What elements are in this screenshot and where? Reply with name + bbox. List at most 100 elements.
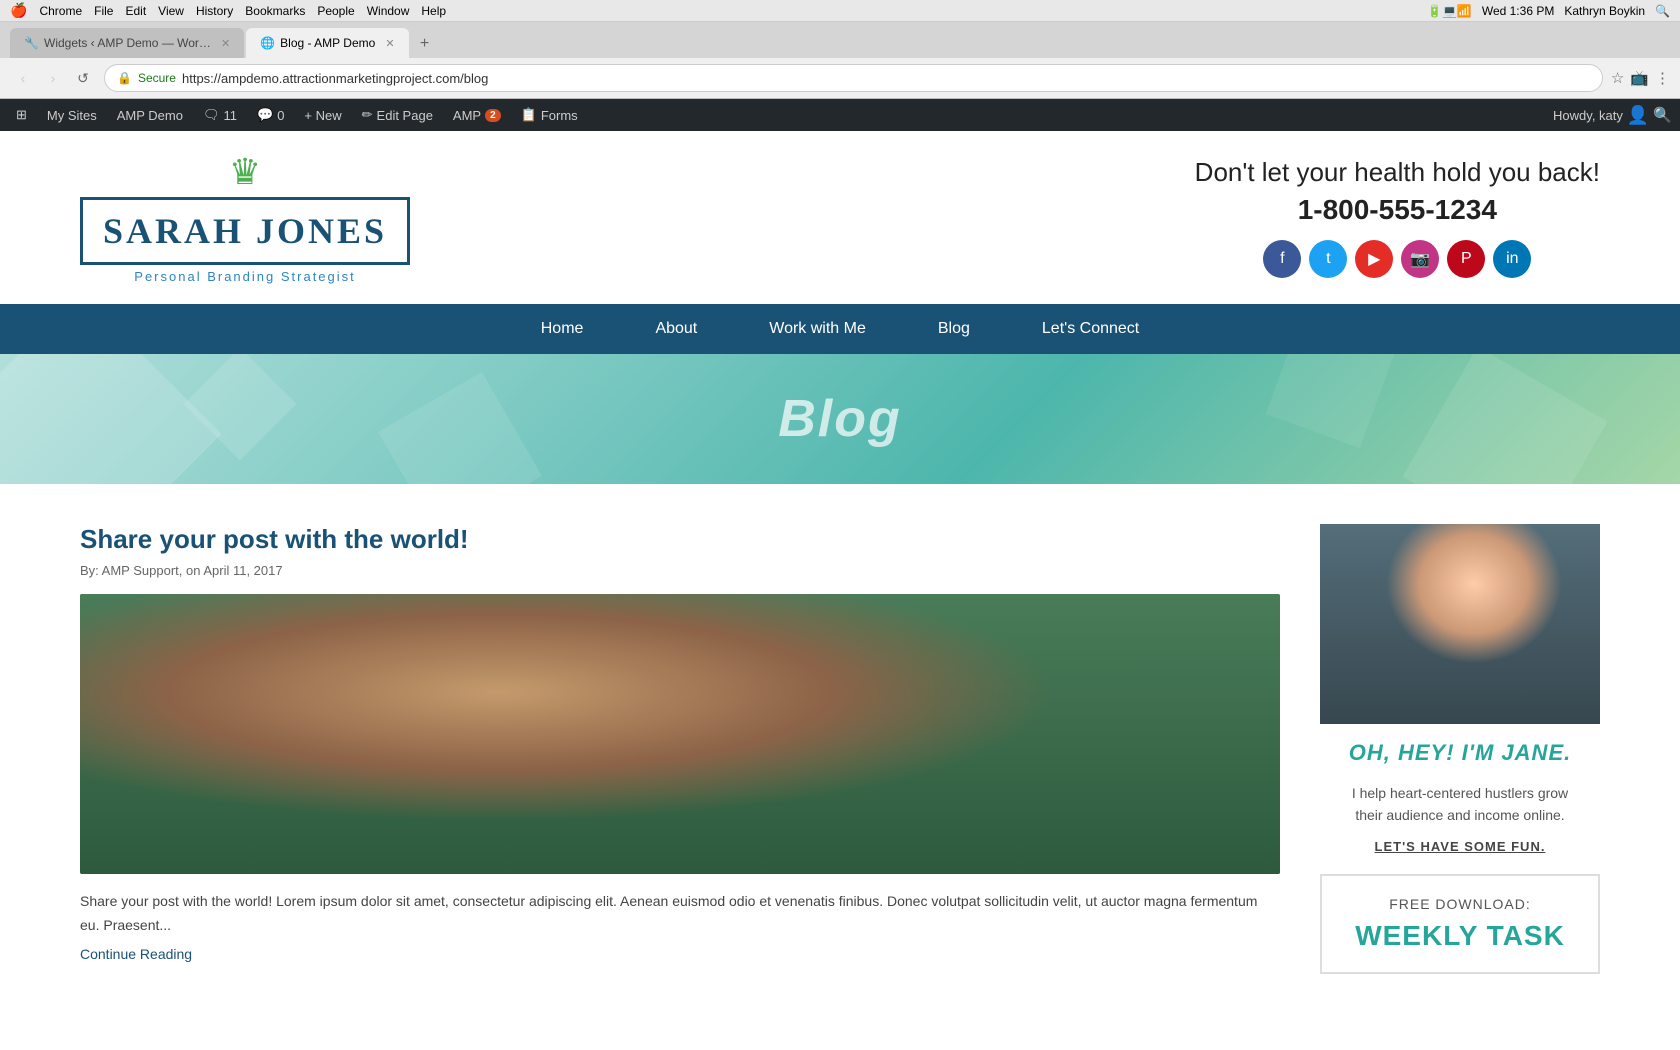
apple-icon[interactable]: 🍎 — [10, 2, 27, 19]
tab-favicon-blog: 🌐 — [260, 36, 274, 50]
new-tab-button[interactable]: + — [411, 30, 439, 58]
wp-amp[interactable]: AMP 2 — [445, 99, 509, 131]
comments-count: 11 — [224, 108, 238, 123]
tab-label-blog: Blog - AMP Demo — [280, 36, 375, 50]
wp-admin-bar: ⊞ My Sites AMP Demo 🗨 11 💬 0 + New ✏ Edi… — [0, 99, 1680, 131]
tab-label-widgets: Widgets ‹ AMP Demo — Wor… — [44, 36, 211, 50]
macos-menu-right: 🔋💻📶 Wed 1:36 PM Kathryn Boykin 🔍 — [1427, 4, 1670, 18]
forward-button[interactable]: › — [40, 65, 66, 91]
post-excerpt: Share your post with the world! Lorem ip… — [80, 890, 1280, 938]
free-download-label: FREE DOWNLOAD: — [1342, 896, 1578, 912]
edit-page-label: Edit Page — [377, 108, 433, 123]
tab-widgets[interactable]: 🔧 Widgets ‹ AMP Demo — Wor… ✕ — [10, 28, 244, 58]
menu-people[interactable]: People — [317, 4, 354, 18]
blog-post: Share your post with the world! By: AMP … — [80, 524, 1280, 964]
menu-file[interactable]: File — [94, 4, 113, 18]
hero-shape-1 — [183, 354, 296, 461]
system-icons: 🔋💻📶 — [1427, 4, 1472, 18]
forms-label: Forms — [541, 108, 578, 123]
menu-help[interactable]: Help — [421, 4, 446, 18]
sidebar-desc: I help heart-centered hustlers grow thei… — [1320, 782, 1600, 827]
browser-tabs-bar: 🔧 Widgets ‹ AMP Demo — Wor… ✕ 🌐 Blog - A… — [0, 22, 1680, 58]
user-avatar: 👤 — [1627, 105, 1649, 126]
tab-favicon-widgets: 🔧 — [24, 36, 38, 50]
menubar-user: Kathryn Boykin — [1564, 4, 1645, 18]
sidebar-oh-hey: OH, HEY! I'M JANE. — [1320, 724, 1600, 782]
pending-count: 0 — [277, 108, 284, 123]
nav-blog[interactable]: Blog — [922, 312, 986, 346]
menu-icon[interactable]: ⋮ — [1655, 69, 1670, 87]
continue-reading-link[interactable]: Continue Reading — [80, 946, 192, 962]
social-facebook[interactable]: f — [1263, 240, 1301, 278]
my-sites-label: My Sites — [47, 108, 97, 123]
edit-page-icon: ✏ — [362, 107, 373, 123]
search-icon[interactable]: 🔍 — [1655, 4, 1670, 18]
cast-icon[interactable]: 📺 — [1630, 69, 1649, 87]
wp-edit-page[interactable]: ✏ Edit Page — [354, 99, 441, 131]
forms-icon: 📋 — [521, 107, 537, 123]
header-tagline: Don't let your health hold you back! — [1195, 157, 1600, 188]
wp-admin-right: Howdy, katy 👤 🔍 — [1553, 105, 1672, 126]
tab-close-blog[interactable]: ✕ — [385, 37, 394, 50]
post-meta: By: AMP Support, on April 11, 2017 — [80, 563, 1280, 578]
sidebar: OH, HEY! I'M JANE. I help heart-centered… — [1320, 524, 1600, 974]
post-title[interactable]: Share your post with the world! — [80, 524, 1280, 555]
amp-badge: 2 — [485, 109, 501, 122]
address-url[interactable]: https://ampdemo.attractionmarketingproje… — [182, 71, 1590, 86]
reload-button[interactable]: ↺ — [70, 65, 96, 91]
nav-buttons: ‹ › ↺ — [10, 65, 96, 91]
logo-area: ♛ SARAH JONES Personal Branding Strategi… — [80, 151, 410, 284]
wp-forms[interactable]: 📋 Forms — [513, 99, 586, 131]
sidebar-cta[interactable]: LET'S HAVE SOME FUN. — [1320, 839, 1600, 854]
nav-lets-connect[interactable]: Let's Connect — [1026, 312, 1155, 346]
wp-amp-demo[interactable]: AMP Demo — [109, 99, 191, 131]
hero-shape-3 — [378, 372, 542, 484]
menu-chrome[interactable]: Chrome — [39, 4, 82, 18]
wp-my-sites[interactable]: My Sites — [39, 99, 105, 131]
wp-new[interactable]: + New — [296, 99, 349, 131]
address-bar[interactable]: 🔒 Secure https://ampdemo.attractionmarke… — [104, 64, 1603, 92]
social-pinterest[interactable]: P — [1447, 240, 1485, 278]
amp-label: AMP — [453, 108, 481, 123]
logo-box: SARAH JONES — [80, 197, 410, 265]
social-instagram[interactable]: 📷 — [1401, 240, 1439, 278]
post-image — [80, 594, 1280, 874]
logo-name[interactable]: SARAH JONES — [103, 210, 387, 252]
nav-about[interactable]: About — [639, 312, 713, 346]
menu-history[interactable]: History — [196, 4, 233, 18]
comments-icon: 🗨 — [203, 107, 220, 123]
free-download-widget: FREE DOWNLOAD: WEEKLY TASK — [1320, 874, 1600, 974]
nav-home[interactable]: Home — [525, 312, 600, 346]
bookmark-icon[interactable]: ☆ — [1611, 69, 1624, 87]
site-nav: Home About Work with Me Blog Let's Conne… — [0, 304, 1680, 354]
secure-icon: 🔒 — [117, 71, 132, 85]
hero-shape-2 — [1266, 354, 1394, 448]
wp-comments[interactable]: 🗨 11 — [195, 99, 245, 131]
browser-nav-bar: ‹ › ↺ 🔒 Secure https://ampdemo.attractio… — [0, 58, 1680, 98]
sidebar-image — [1320, 524, 1600, 724]
tab-close-widgets[interactable]: ✕ — [221, 37, 230, 50]
menu-window[interactable]: Window — [367, 4, 410, 18]
nav-work-with-me[interactable]: Work with Me — [753, 312, 882, 346]
nav-right-icons: ☆ 📺 ⋮ — [1611, 69, 1670, 87]
header-phone[interactable]: 1-800-555-1234 — [1195, 194, 1600, 226]
menu-edit[interactable]: Edit — [125, 4, 146, 18]
tab-blog[interactable]: 🌐 Blog - AMP Demo ✕ — [246, 28, 408, 58]
social-linkedin[interactable]: in — [1493, 240, 1531, 278]
back-button[interactable]: ‹ — [10, 65, 36, 91]
macos-menu-left: 🍎 Chrome File Edit View History Bookmark… — [10, 2, 446, 19]
social-twitter[interactable]: t — [1309, 240, 1347, 278]
weekly-task-title[interactable]: WEEKLY TASK — [1342, 920, 1578, 952]
menu-bookmarks[interactable]: Bookmarks — [245, 4, 305, 18]
new-label: + New — [304, 108, 341, 123]
content-area: Share your post with the world! By: AMP … — [80, 524, 1280, 974]
post-image-inner — [80, 594, 1280, 874]
wp-pending-comments[interactable]: 💬 0 — [249, 99, 292, 131]
wp-search-icon[interactable]: 🔍 — [1653, 106, 1672, 124]
amp-demo-label: AMP Demo — [117, 108, 183, 123]
secure-label: Secure — [138, 71, 176, 85]
macos-menubar: 🍎 Chrome File Edit View History Bookmark… — [0, 0, 1680, 22]
social-youtube[interactable]: ▶ — [1355, 240, 1393, 278]
wp-logo-item[interactable]: ⊞ — [8, 99, 35, 131]
menu-view[interactable]: View — [158, 4, 184, 18]
